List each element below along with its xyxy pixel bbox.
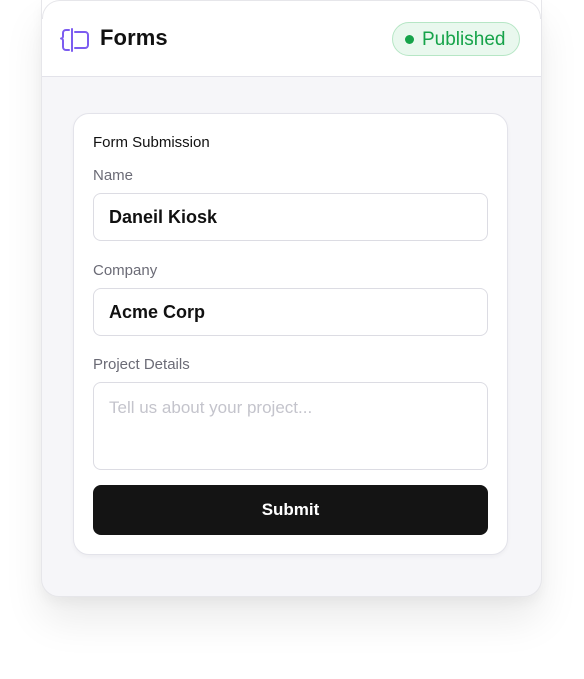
company-field[interactable] (93, 288, 488, 336)
brackets-logo-icon (60, 27, 90, 53)
company-label: Company (93, 262, 158, 279)
project-details-field[interactable] (93, 382, 488, 470)
forms-app-window: Forms Published Form Submission Name Com… (41, 0, 542, 597)
form-title: Form Submission (93, 134, 210, 151)
submit-button[interactable]: Submit (93, 485, 488, 535)
app-header: Forms Published (42, 0, 541, 77)
name-field[interactable] (93, 193, 488, 241)
app-title: Forms (100, 25, 168, 50)
status-label: Published (422, 28, 506, 50)
form-card: Form Submission Name Company Project Det… (73, 113, 508, 555)
project-details-label: Project Details (93, 356, 190, 373)
status-dot-icon (405, 34, 414, 44)
name-label: Name (93, 167, 134, 184)
status-badge: Published (392, 22, 521, 56)
